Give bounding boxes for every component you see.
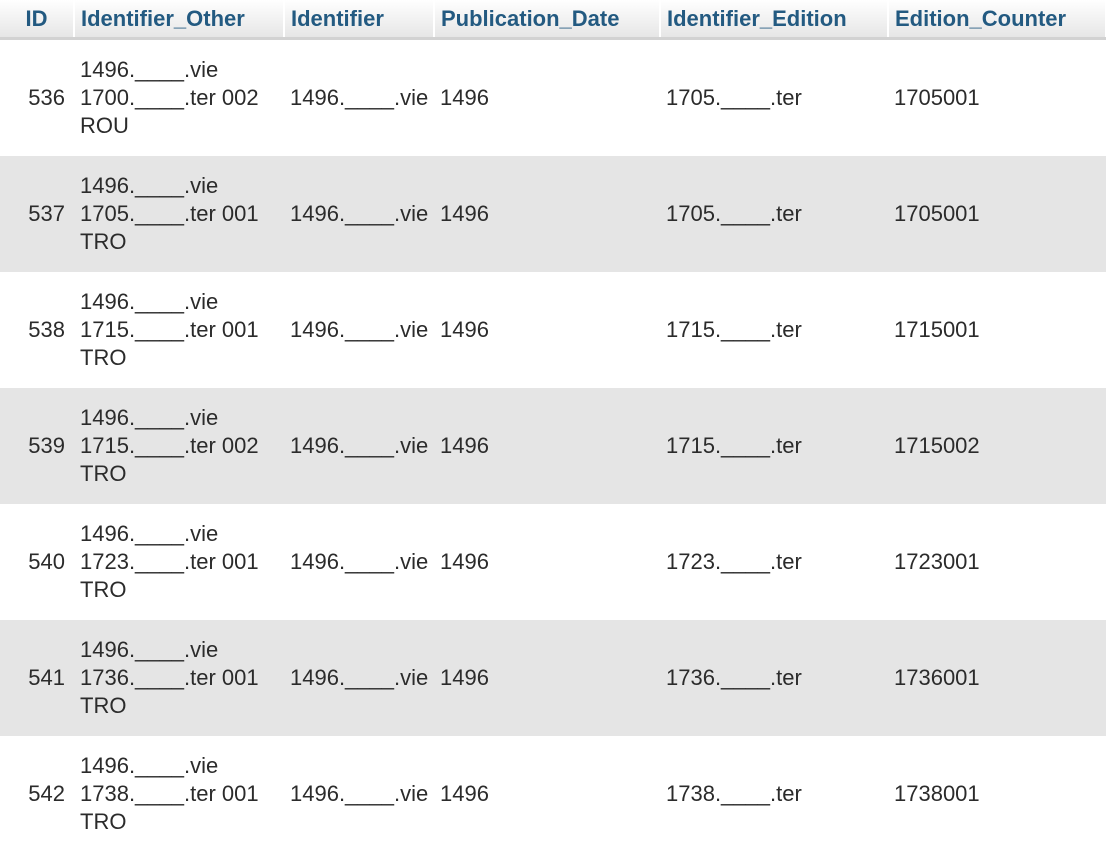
header-row: ID Identifier_Other Identifier Publicati… <box>0 0 1106 39</box>
cell-id: 538 <box>0 272 74 388</box>
cell-identifier-edition: 1723.____.ter <box>660 504 888 620</box>
identifier-other-line: 1736.____.ter 001 <box>80 664 278 692</box>
cell-id: 541 <box>0 620 74 736</box>
identifier-other-line: ROU <box>80 112 278 140</box>
table-row[interactable]: 5421496.____.vie1738.____.ter 001TRO1496… <box>0 736 1106 852</box>
cell-publication-date: 1496 <box>434 736 660 852</box>
cell-identifier-edition: 1705.____.ter <box>660 156 888 272</box>
cell-publication-date: 1496 <box>434 620 660 736</box>
cell-identifier-edition: 1736.____.ter <box>660 620 888 736</box>
identifier-other-line: 1496.____.vie <box>80 636 278 664</box>
cell-identifier-other: 1496.____.vie1715.____.ter 002TRO <box>74 388 284 504</box>
cell-id: 540 <box>0 504 74 620</box>
identifier-other-line: TRO <box>80 228 278 256</box>
cell-identifier: 1496.____.vie <box>284 388 434 504</box>
table-row[interactable]: 5381496.____.vie1715.____.ter 001TRO1496… <box>0 272 1106 388</box>
cell-identifier-edition: 1715.____.ter <box>660 272 888 388</box>
cell-publication-date: 1496 <box>434 156 660 272</box>
cell-edition-counter: 1723001 <box>888 504 1106 620</box>
cell-identifier: 1496.____.vie <box>284 736 434 852</box>
identifier-other-line: 1496.____.vie <box>80 288 278 316</box>
cell-identifier: 1496.____.vie <box>284 620 434 736</box>
cell-identifier: 1496.____.vie <box>284 39 434 157</box>
cell-edition-counter: 1715001 <box>888 272 1106 388</box>
cell-identifier: 1496.____.vie <box>284 504 434 620</box>
column-header-id[interactable]: ID <box>0 0 74 39</box>
identifier-other-line: TRO <box>80 344 278 372</box>
identifier-other-line: 1723.____.ter 001 <box>80 548 278 576</box>
table-row[interactable]: 5411496.____.vie1736.____.ter 001TRO1496… <box>0 620 1106 736</box>
identifier-other-line: 1496.____.vie <box>80 172 278 200</box>
cell-identifier-other: 1496.____.vie1723.____.ter 001TRO <box>74 504 284 620</box>
cell-edition-counter: 1705001 <box>888 156 1106 272</box>
cell-identifier: 1496.____.vie <box>284 272 434 388</box>
cell-edition-counter: 1715002 <box>888 388 1106 504</box>
cell-publication-date: 1496 <box>434 388 660 504</box>
cell-edition-counter: 1738001 <box>888 736 1106 852</box>
cell-id: 537 <box>0 156 74 272</box>
cell-edition-counter: 1705001 <box>888 39 1106 157</box>
cell-identifier-other: 1496.____.vie1715.____.ter 001TRO <box>74 272 284 388</box>
cell-id: 542 <box>0 736 74 852</box>
table-row[interactable]: 5361496.____.vie1700.____.ter 002ROU1496… <box>0 39 1106 157</box>
cell-publication-date: 1496 <box>434 504 660 620</box>
cell-id: 536 <box>0 39 74 157</box>
cell-identifier-edition: 1715.____.ter <box>660 388 888 504</box>
identifier-other-line: TRO <box>80 692 278 720</box>
column-header-edition-counter[interactable]: Edition_Counter <box>888 0 1106 39</box>
table-header: ID Identifier_Other Identifier Publicati… <box>0 0 1106 39</box>
cell-edition-counter: 1736001 <box>888 620 1106 736</box>
identifier-other-line: 1715.____.ter 001 <box>80 316 278 344</box>
identifier-other-line: TRO <box>80 808 278 836</box>
cell-identifier-other: 1496.____.vie1736.____.ter 001TRO <box>74 620 284 736</box>
column-header-identifier[interactable]: Identifier <box>284 0 434 39</box>
identifier-other-line: 1705.____.ter 001 <box>80 200 278 228</box>
cell-publication-date: 1496 <box>434 39 660 157</box>
column-header-identifier-other[interactable]: Identifier_Other <box>74 0 284 39</box>
table-body: 5361496.____.vie1700.____.ter 002ROU1496… <box>0 39 1106 852</box>
cell-identifier-other: 1496.____.vie1705.____.ter 001TRO <box>74 156 284 272</box>
cell-identifier-edition: 1738.____.ter <box>660 736 888 852</box>
identifier-other-line: 1496.____.vie <box>80 520 278 548</box>
cell-id: 539 <box>0 388 74 504</box>
identifier-other-line: 1700.____.ter 002 <box>80 84 278 112</box>
column-header-publication-date[interactable]: Publication_Date <box>434 0 660 39</box>
cell-publication-date: 1496 <box>434 272 660 388</box>
identifier-other-line: 1715.____.ter 002 <box>80 432 278 460</box>
table-row[interactable]: 5371496.____.vie1705.____.ter 001TRO1496… <box>0 156 1106 272</box>
cell-identifier-edition: 1705.____.ter <box>660 39 888 157</box>
column-header-identifier-edition[interactable]: Identifier_Edition <box>660 0 888 39</box>
identifier-other-line: 1496.____.vie <box>80 404 278 432</box>
identifier-other-line: TRO <box>80 460 278 488</box>
cell-identifier-other: 1496.____.vie1738.____.ter 001TRO <box>74 736 284 852</box>
identifier-other-line: 1496.____.vie <box>80 56 278 84</box>
results-table: ID Identifier_Other Identifier Publicati… <box>0 0 1106 852</box>
cell-identifier: 1496.____.vie <box>284 156 434 272</box>
identifier-other-line: 1496.____.vie <box>80 752 278 780</box>
identifier-other-line: TRO <box>80 576 278 604</box>
identifier-other-line: 1738.____.ter 001 <box>80 780 278 808</box>
table-row[interactable]: 5391496.____.vie1715.____.ter 002TRO1496… <box>0 388 1106 504</box>
table-row[interactable]: 5401496.____.vie1723.____.ter 001TRO1496… <box>0 504 1106 620</box>
cell-identifier-other: 1496.____.vie1700.____.ter 002ROU <box>74 39 284 157</box>
